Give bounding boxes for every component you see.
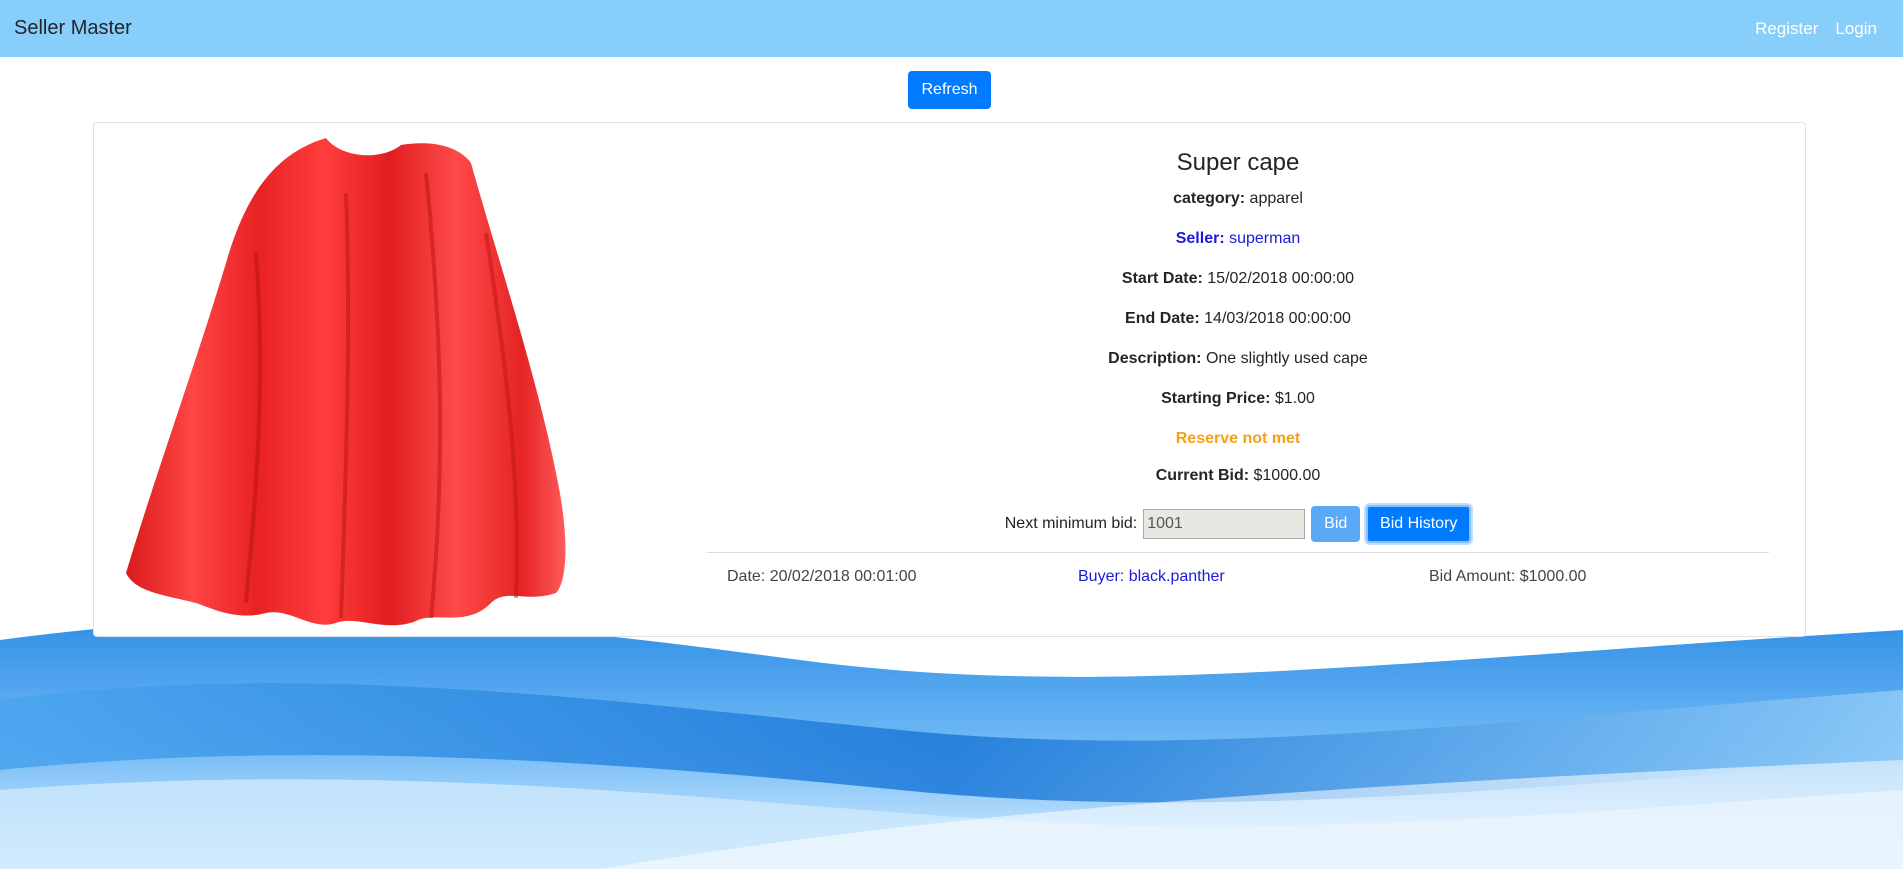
category-label: category: xyxy=(1173,190,1246,208)
bid-history-row: Date: 20/02/2018 00:01:00 Buyer: black.p… xyxy=(707,568,1769,592)
bid-row: Next minimum bid: Bid Bid History xyxy=(707,504,1769,544)
refresh-button[interactable]: Refresh xyxy=(908,71,991,109)
seller-row[interactable]: Seller: superman xyxy=(707,229,1769,269)
start-date-label: Start Date: xyxy=(1121,270,1203,288)
starting-price-label: Starting Price: xyxy=(1161,390,1271,408)
seller-label: Seller: xyxy=(1175,230,1225,248)
history-date: Date: 20/02/2018 00:01:00 xyxy=(727,568,917,585)
bid-history-button[interactable]: Bid History xyxy=(1366,505,1472,544)
seller-value[interactable]: superman xyxy=(1225,230,1300,247)
brand-title[interactable]: Seller Master xyxy=(14,17,132,40)
end-date-row: End Date: 14/03/2018 00:00:00 xyxy=(707,309,1769,349)
starting-price-row: Starting Price: $1.00 xyxy=(707,389,1769,429)
description-row: Description: One slightly used cape xyxy=(707,349,1769,389)
cape-image xyxy=(126,138,566,626)
start-date-value: 15/02/2018 00:00:00 xyxy=(1202,270,1355,288)
reserve-status: Reserve not met xyxy=(1175,430,1301,448)
current-bid-row: Current Bid: $1000.00 xyxy=(707,466,1769,506)
login-link[interactable]: Login xyxy=(1835,19,1877,39)
navbar: Seller Master Register Login xyxy=(0,0,1903,57)
next-min-bid-label: Next minimum bid: xyxy=(1004,515,1138,533)
current-bid-value: $1000.00 xyxy=(1249,467,1321,485)
product-details: Super cape category: apparel Seller: sup… xyxy=(707,149,1769,544)
description-value: One slightly used cape xyxy=(1201,350,1368,368)
divider xyxy=(707,552,1769,553)
bid-button[interactable]: Bid xyxy=(1311,506,1361,543)
product-title: Super cape xyxy=(1176,149,1300,176)
product-card: Super cape category: apparel Seller: sup… xyxy=(93,122,1806,637)
register-link[interactable]: Register xyxy=(1755,19,1818,39)
start-date-row: Start Date: 15/02/2018 00:00:00 xyxy=(707,269,1769,309)
description-label: Description: xyxy=(1108,350,1202,368)
category-value: apparel xyxy=(1245,190,1303,208)
history-amount: Bid Amount: $1000.00 xyxy=(1429,568,1587,585)
nav-links: Register Login xyxy=(1755,19,1877,39)
current-bid-label: Current Bid: xyxy=(1155,467,1250,485)
end-date-value: 14/03/2018 00:00:00 xyxy=(1199,310,1351,328)
end-date-label: End Date: xyxy=(1125,310,1200,328)
bid-amount-input[interactable] xyxy=(1143,509,1306,540)
history-buyer[interactable]: Buyer: black.panther xyxy=(1078,568,1225,586)
starting-price-value: $1.00 xyxy=(1270,390,1315,408)
category-row: category: apparel xyxy=(707,189,1769,229)
